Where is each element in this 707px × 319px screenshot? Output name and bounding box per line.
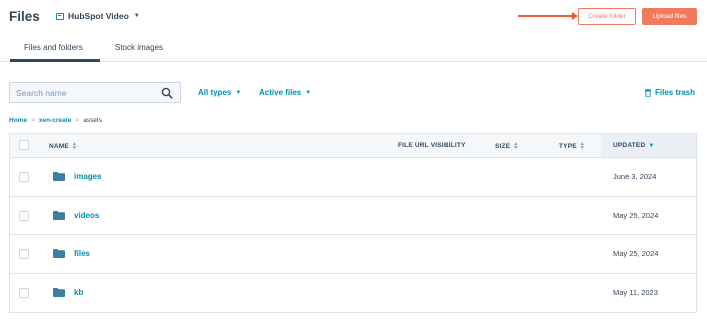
tab-stock-images[interactable]: Stock images xyxy=(115,43,163,52)
sort-icon: ▲ ▼ xyxy=(71,141,78,151)
folder-icon xyxy=(53,287,65,297)
sort-icon: ▲ ▼ xyxy=(579,141,585,151)
tab-bar: Files and folders Stock images xyxy=(0,36,707,62)
search-input[interactable]: Search name xyxy=(9,82,181,103)
filter-all-types[interactable]: All types ▼ xyxy=(198,88,241,97)
upload-files-button[interactable]: Upload files xyxy=(642,8,697,25)
table-header: NAME ▲ ▼ FILE URL VISIBILITY SIZE ▲ ▼ TYPE… xyxy=(10,134,696,158)
row-checkbox[interactable] xyxy=(19,249,29,259)
files-trash-link[interactable]: Files trash xyxy=(645,88,695,97)
folder-icon xyxy=(53,249,65,258)
updated-date: May 11, 2023 xyxy=(613,287,658,297)
page-title: Files xyxy=(9,9,40,24)
chevron-down-icon: ▼ xyxy=(305,89,312,96)
breadcrumb-xen-create[interactable]: xen-create xyxy=(39,117,72,124)
breadcrumb-separator: > xyxy=(75,117,80,124)
column-name[interactable]: NAME ▲ ▼ xyxy=(49,141,78,151)
folder-name[interactable]: files xyxy=(74,249,90,258)
page-header: Files HubSpot Video ▼ Create folder Uplo… xyxy=(0,0,707,34)
column-type[interactable]: TYPE ▲ ▼ xyxy=(559,141,585,151)
filter-active-files-label: Active files xyxy=(259,88,302,97)
table-row[interactable]: videos May 25, 2024 xyxy=(10,197,696,235)
annotation-arrow xyxy=(518,12,578,20)
folder-name[interactable]: kb xyxy=(74,288,83,297)
sort-icon: ▲ ▼ xyxy=(513,141,519,151)
column-type-label: TYPE xyxy=(559,142,577,150)
select-all-checkbox[interactable] xyxy=(19,140,29,150)
active-tab-indicator xyxy=(10,59,100,62)
tab-files-and-folders[interactable]: Files and folders xyxy=(24,43,83,52)
folder-name[interactable]: images xyxy=(74,172,102,181)
sort-descending-icon: ▼ xyxy=(648,142,655,149)
video-icon xyxy=(56,12,64,20)
table-row[interactable]: kb May 11, 2023 xyxy=(10,274,696,313)
files-table: NAME ▲ ▼ FILE URL VISIBILITY SIZE ▲ ▼ TYPE… xyxy=(9,133,697,313)
row-checkbox[interactable] xyxy=(19,210,29,221)
updated-date: May 25, 2024 xyxy=(613,249,659,258)
filter-active-files[interactable]: Active files ▼ xyxy=(259,88,311,97)
account-switcher[interactable]: HubSpot Video ▼ xyxy=(56,11,140,21)
updated-date: May 25, 2024 xyxy=(613,210,659,220)
row-checkbox[interactable] xyxy=(19,287,29,298)
search-icon[interactable] xyxy=(161,87,173,99)
folder-icon xyxy=(53,210,65,220)
filter-all-types-label: All types xyxy=(198,88,232,97)
column-size-label: SIZE xyxy=(495,142,511,150)
breadcrumb: Home > xen-create > assets xyxy=(9,117,102,124)
folder-icon xyxy=(53,172,65,181)
row-checkbox[interactable] xyxy=(19,172,29,182)
trash-icon xyxy=(645,88,651,97)
files-trash-label: Files trash xyxy=(655,88,696,97)
chevron-down-icon: ▼ xyxy=(235,89,242,96)
search-placeholder: Search name xyxy=(16,88,67,98)
breadcrumb-separator: > xyxy=(31,117,35,124)
table-row[interactable]: files May 25, 2024 xyxy=(10,235,696,274)
folder-name[interactable]: videos xyxy=(74,211,99,220)
column-name-label: NAME xyxy=(49,142,69,150)
breadcrumb-current: assets xyxy=(83,117,102,124)
chevron-down-icon: ▼ xyxy=(133,13,140,19)
column-updated-label: UPDATED xyxy=(613,142,646,149)
account-label: HubSpot Video xyxy=(68,11,129,21)
breadcrumb-home[interactable]: Home xyxy=(9,117,27,124)
column-visibility-label: FILE URL VISIBILITY xyxy=(398,142,466,149)
table-row[interactable]: images June 3, 2024 xyxy=(10,158,696,197)
column-visibility: FILE URL VISIBILITY xyxy=(398,142,466,149)
column-size[interactable]: SIZE ▲ ▼ xyxy=(495,141,519,151)
create-folder-button[interactable]: Create folder xyxy=(578,8,636,25)
updated-date: June 3, 2024 xyxy=(613,172,657,181)
column-updated[interactable]: UPDATED ▼ xyxy=(613,142,654,149)
